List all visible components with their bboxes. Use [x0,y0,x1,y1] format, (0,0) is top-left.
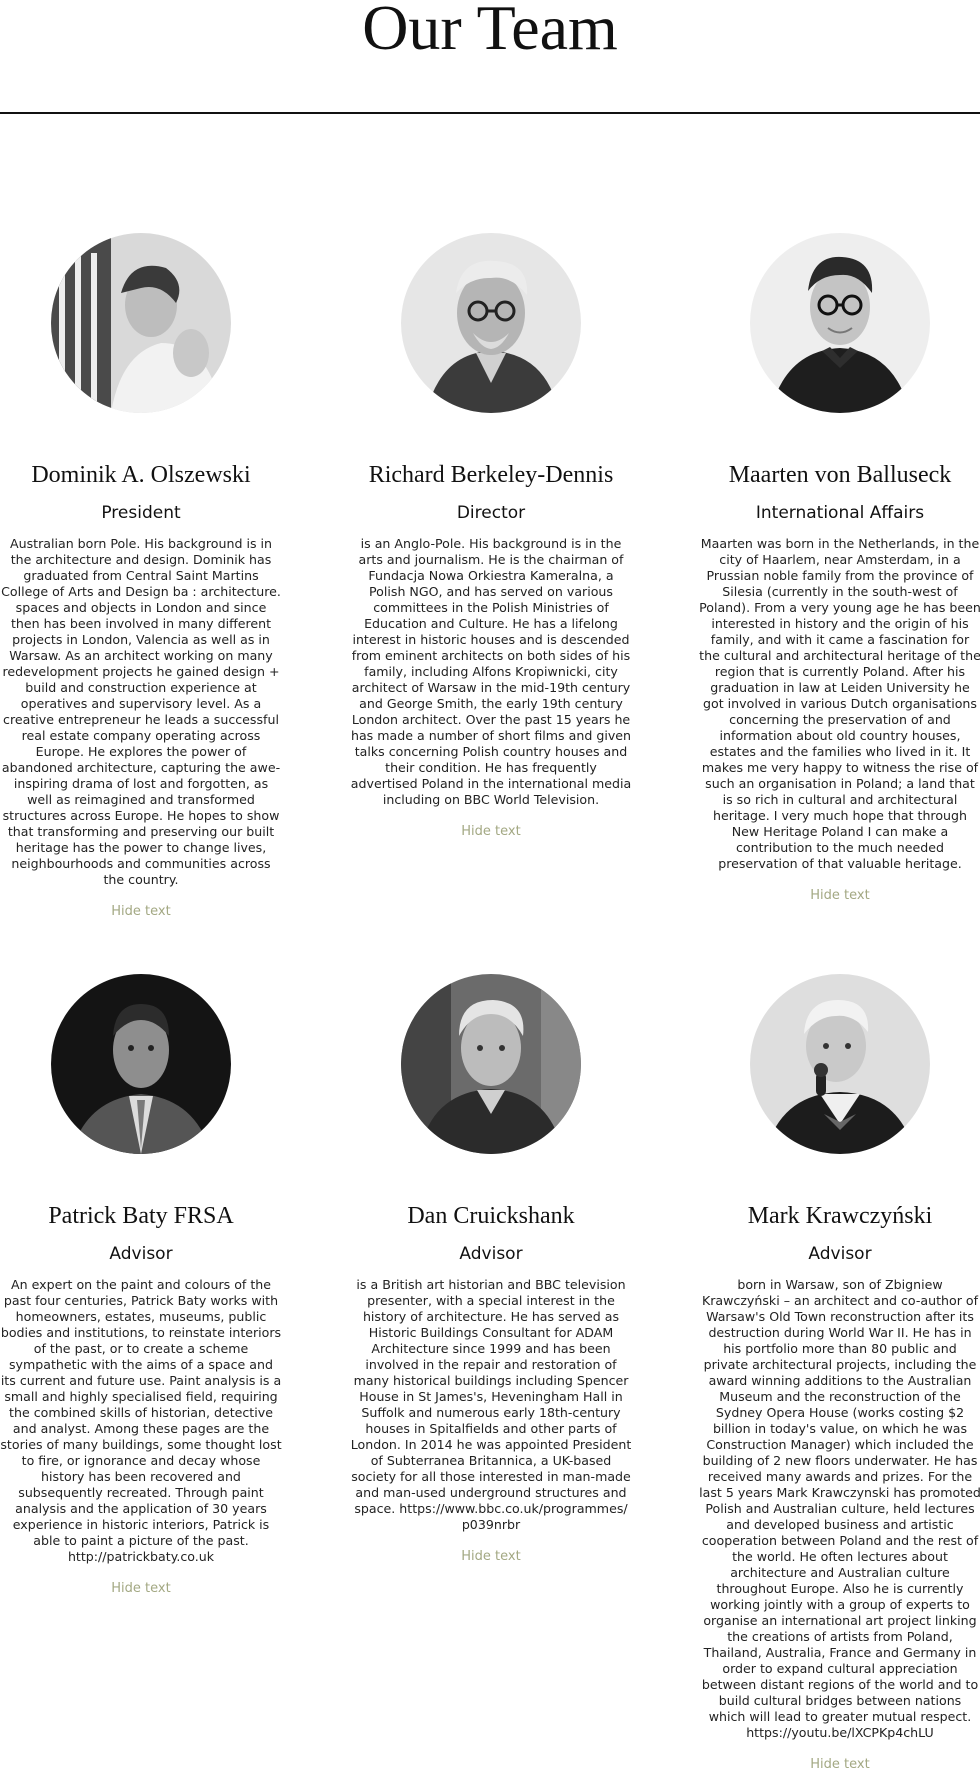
member-bio: is an Anglo-Pole. His background is in t… [350,536,632,807]
member-photo [51,974,231,1154]
member-bio: Maarten was born in the Netherlands, in … [699,536,980,871]
member-photo [750,974,930,1154]
page-title: Our Team [362,0,618,63]
portrait-young-man-icon [51,233,231,413]
member-photo [401,974,581,1154]
member-role: Advisor [459,1244,523,1264]
member-name: Dan Cruickshank [407,1203,575,1229]
portrait-older-man-icon [401,974,581,1154]
member-name: Dominik A. Olszewski [31,462,251,488]
member-role: Advisor [808,1244,872,1264]
hide-text-link[interactable]: Hide text [0,903,282,921]
member-bio: An expert on the paint and colours of th… [0,1277,282,1564]
hide-text-link[interactable]: Hide text [350,823,632,841]
team-member-card: Patrick Baty FRSA Advisor An expert on t… [0,974,282,1598]
member-bio: Australian born Pole. His background is … [1,536,281,887]
member-photo [51,233,231,413]
hide-text-link[interactable]: Hide text [350,1548,632,1566]
member-bio: born in Warsaw, son of Zbigniew Krawczyń… [699,1277,980,1740]
portrait-man-microphone-icon [750,974,930,1154]
portrait-man-suit-icon [51,974,231,1154]
member-name: Richard Berkeley-Dennis [368,462,614,488]
team-member-card: Dan Cruickshank Advisor is a British art… [350,974,632,1566]
member-role: Director [456,503,526,523]
member-name: Maarten von Balluseck [728,462,952,488]
team-member-card: Richard Berkeley-Dennis Director is an A… [350,233,632,841]
member-role: Advisor [109,1244,173,1264]
member-name: Patrick Baty FRSA [48,1203,234,1229]
team-member-card: Dominik A. Olszewski President Australia… [0,233,282,921]
hide-text-link[interactable]: Hide text [0,1580,282,1598]
hide-text-link[interactable]: Hide text [699,887,980,905]
member-bio: is a British art historian and BBC telev… [350,1277,632,1532]
member-role: International Affairs [755,503,925,523]
portrait-young-man-glasses-icon [750,233,930,413]
member-role: President [101,503,181,523]
member-name: Mark Krawczyński [747,1203,933,1229]
team-member-card: Mark Krawczyński Advisor born in Warsaw,… [699,974,980,1774]
member-photo [750,233,930,413]
portrait-older-man-glasses-icon [401,233,581,413]
member-photo [401,233,581,413]
title-divider [0,112,980,114]
team-member-card: Maarten von Balluseck International Affa… [699,233,980,905]
hide-text-link[interactable]: Hide text [699,1756,980,1774]
